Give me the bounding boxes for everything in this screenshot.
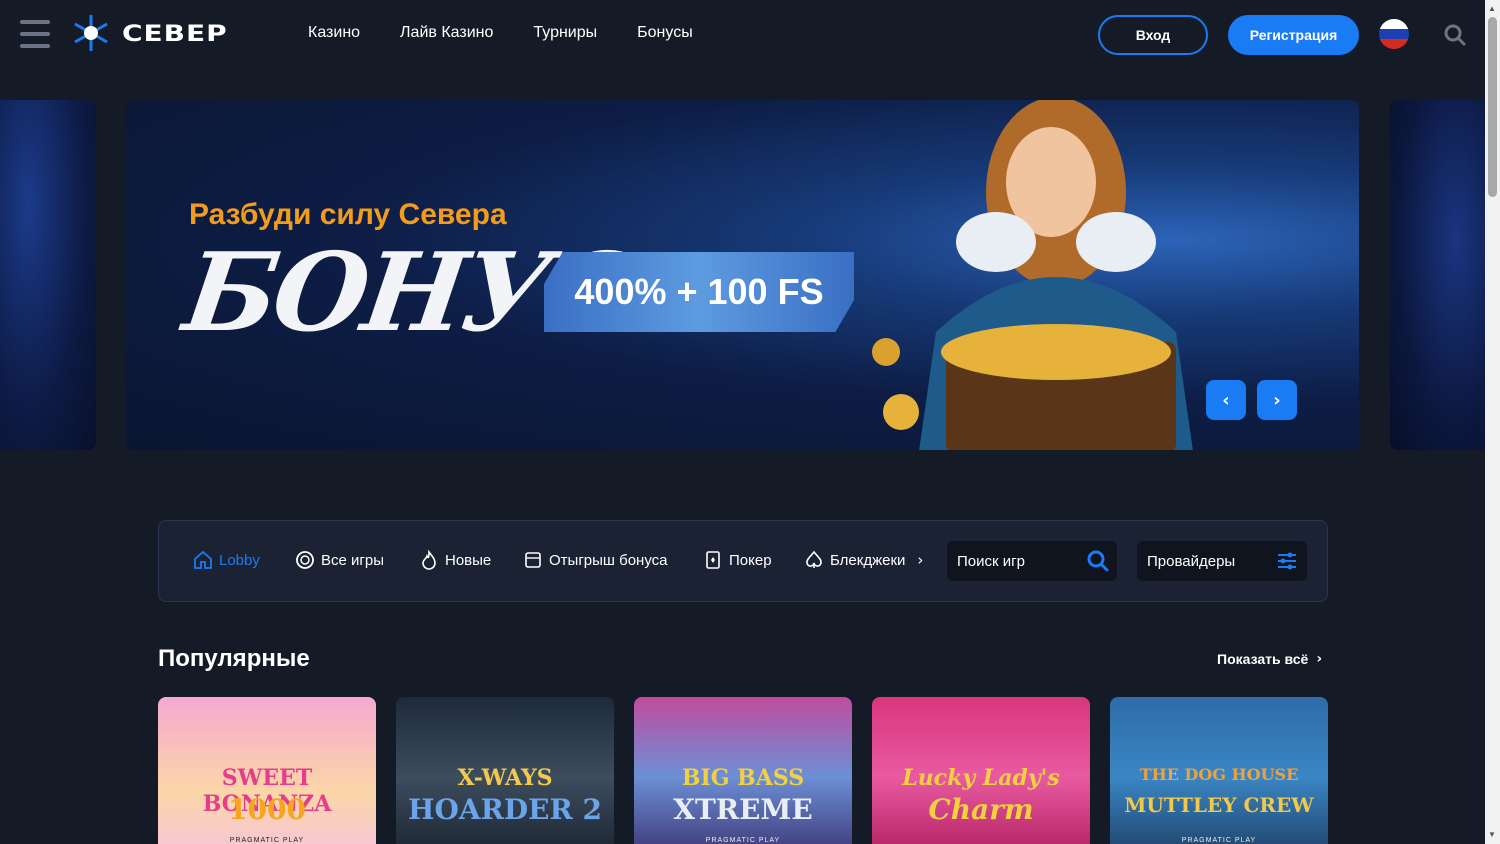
category-label: Все игры — [321, 551, 384, 569]
search-icon[interactable] — [1087, 550, 1109, 572]
section-title-popular: Популярные — [158, 645, 310, 672]
flame-icon — [422, 550, 436, 570]
russia-flag-icon[interactable] — [1379, 19, 1409, 49]
category-new[interactable]: Новые — [419, 550, 491, 570]
game-card[interactable]: THE DOG HOUSE MUTTLEY CREW PRAGMATIC PLA… — [1110, 697, 1328, 844]
search-icon[interactable] — [1444, 24, 1466, 46]
providers-dropdown[interactable]: Провайдеры — [1137, 541, 1307, 581]
menu-icon[interactable] — [20, 20, 50, 48]
register-button[interactable]: Регистрация — [1228, 15, 1359, 55]
home-icon — [194, 550, 212, 569]
category-label: Отыгрыш бонуса — [549, 551, 668, 569]
providers-label: Провайдеры — [1147, 552, 1236, 570]
game-subtitle: MUTTLEY CREW — [1124, 793, 1314, 817]
show-all-link[interactable]: Показать всё › — [1217, 651, 1322, 667]
game-provider: PRAGMATIC PLAY — [229, 837, 305, 844]
filter-sliders-icon — [1278, 552, 1296, 570]
category-label: Блекджеки — [830, 551, 906, 569]
game-provider: PRAGMATIC PLAY — [705, 837, 781, 844]
game-subtitle: 1000 — [228, 793, 306, 826]
category-blackjack[interactable]: Блекджеки › — [804, 550, 923, 570]
game-subtitle: Charm — [928, 793, 1034, 826]
page-scrollbar[interactable]: ▲ ▼ — [1485, 0, 1500, 844]
category-label: Lobby — [219, 551, 260, 569]
game-card[interactable]: X-WAYS HOARDER 2 — [396, 697, 614, 844]
banner-offer: 400% + 100 FS — [544, 252, 854, 332]
main-nav: Казино Лайв Казино Турниры Бонусы — [308, 24, 693, 42]
show-all-label: Показать всё — [1217, 651, 1309, 667]
banner-prev-slide[interactable] — [0, 100, 96, 450]
popular-games-list: SWEET BONANZA 1000 PRAGMATIC PLAY X-WAYS… — [158, 697, 1328, 844]
scroll-up-icon[interactable]: ▲ — [1488, 4, 1496, 13]
star-logo-icon — [74, 15, 108, 51]
game-title: X-WAYS — [457, 765, 553, 791]
scroll-down-icon[interactable]: ▼ — [1488, 830, 1496, 839]
game-search[interactable] — [947, 541, 1117, 581]
banner-prev-button[interactable]: ‹ — [1206, 380, 1246, 420]
nav-casino[interactable]: Казино — [308, 24, 360, 42]
header: СЕВЕР Казино Лайв Казино Турниры Бонусы … — [0, 0, 1485, 70]
category-bonus-wagering[interactable]: Отыгрыш бонуса — [523, 550, 668, 570]
card-icon — [706, 551, 720, 569]
game-title: THE DOG HOUSE — [1139, 765, 1299, 784]
game-title: BIG BASS — [681, 765, 805, 791]
chevron-right-icon: › — [1316, 651, 1323, 667]
game-card[interactable]: Lucky Lady's Charm — [872, 697, 1090, 844]
logo[interactable]: СЕВЕР — [70, 12, 228, 54]
nav-bonuses[interactable]: Бонусы — [637, 24, 693, 42]
game-subtitle: HOARDER 2 — [408, 793, 602, 826]
chevron-right-icon[interactable]: › — [917, 551, 923, 569]
search-input[interactable] — [957, 552, 1077, 570]
category-all-games[interactable]: Все игры — [295, 550, 384, 570]
game-subtitle: XTREME — [673, 793, 813, 826]
banner-next-slide[interactable] — [1390, 100, 1485, 450]
game-card[interactable]: BIG BASS XTREME PRAGMATIC PLAY — [634, 697, 852, 844]
category-label: Новые — [445, 551, 492, 569]
banner-next-button[interactable]: › — [1257, 380, 1297, 420]
category-poker[interactable]: Покер — [703, 550, 772, 570]
game-title: Lucky Lady's — [902, 765, 1060, 791]
game-card[interactable]: SWEET BONANZA 1000 PRAGMATIC PLAY — [158, 697, 376, 844]
scrollbar-thumb[interactable] — [1488, 17, 1497, 197]
banner-character-image — [872, 100, 1193, 450]
promo-banner[interactable]: Разбуди силу Севера БОНУС 400% + 100 FS … — [126, 100, 1359, 450]
nav-tournaments[interactable]: Турниры — [533, 24, 597, 42]
game-provider: PRAGMATIC PLAY — [1181, 837, 1257, 844]
banner-subtitle: Разбуди силу Севера — [189, 198, 507, 231]
spade-icon — [806, 550, 822, 568]
category-filter-bar: Lobby Все игры Новые Отыгрыш бонуса Поке… — [158, 520, 1328, 602]
category-label: Покер — [729, 551, 772, 569]
nav-live-casino[interactable]: Лайв Казино — [400, 24, 493, 42]
login-button[interactable]: Вход — [1098, 15, 1208, 55]
chip-icon — [296, 551, 314, 569]
slot-icon — [525, 552, 541, 568]
logo-text: СЕВЕР — [122, 19, 228, 47]
category-lobby[interactable]: Lobby — [193, 550, 260, 570]
